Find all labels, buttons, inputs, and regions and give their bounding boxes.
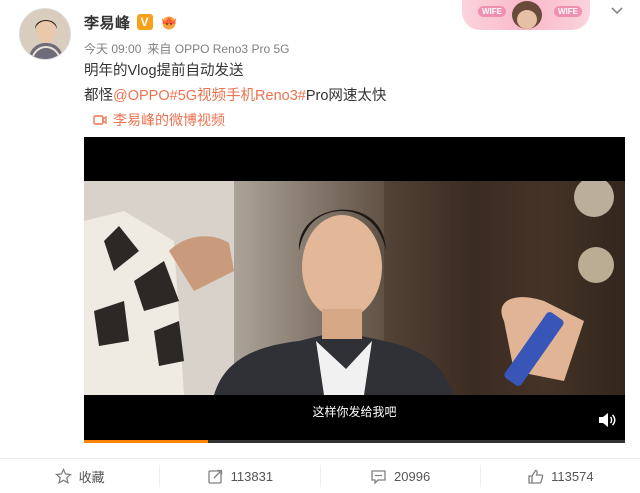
thumbs-up-icon — [528, 469, 544, 484]
source-prefix: 来自 — [147, 42, 172, 56]
decor-avatar — [512, 1, 542, 29]
video-source-label: 李易峰的微博视频 — [113, 112, 225, 128]
text-suffix: Pro网速太快 — [305, 88, 387, 104]
comment-icon — [371, 469, 386, 485]
author-name[interactable]: 李易峰 — [84, 12, 131, 33]
favorite-button[interactable]: 收藏 — [0, 459, 159, 493]
repost-button[interactable]: 113831 — [159, 465, 319, 487]
like-button[interactable]: 113574 — [479, 465, 640, 487]
favorite-label: 收藏 — [78, 469, 105, 485]
mention-link[interactable]: @OPPO — [113, 88, 170, 104]
author-avatar[interactable] — [19, 8, 71, 60]
text-prefix: 都怪 — [84, 88, 113, 104]
repost-icon — [208, 469, 222, 484]
video-frame — [84, 181, 625, 395]
decor-tag: WIFE — [554, 6, 582, 17]
video-camera-icon — [93, 115, 107, 125]
hashtag-link[interactable]: #5G视频手机Reno3# — [170, 88, 306, 104]
fan-crown-icon[interactable] — [159, 14, 179, 30]
post-time[interactable]: 今天 09:00 — [84, 40, 141, 57]
video-progress-bar[interactable] — [84, 440, 625, 443]
chevron-down-icon[interactable] — [609, 2, 625, 18]
repost-count: 113831 — [230, 468, 274, 484]
video-source-link[interactable]: 李易峰的微博视频 — [93, 110, 225, 130]
post-text-line1: 明年的Vlog提前自动发送 — [84, 63, 244, 79]
action-bar: 收藏 113831 20996 113574 — [0, 459, 640, 493]
comment-count: 20996 — [394, 468, 431, 484]
video-subtitle: 这样你发给我吧 — [312, 405, 397, 419]
video-player[interactable]: 这样你发给我吧 — [84, 137, 625, 443]
comment-button[interactable]: 20996 — [319, 465, 480, 487]
weibo-post: 李易峰 V WIFE WIFE 今天 09:00 来自 OPPO Reno3 P… — [0, 0, 640, 493]
card-decoration: WIFE WIFE — [462, 0, 590, 30]
post-device[interactable]: OPPO Reno3 Pro 5G — [175, 42, 290, 56]
post-meta: 今天 09:00 来自 OPPO Reno3 Pro 5G — [84, 40, 289, 57]
star-icon — [54, 467, 72, 484]
post-text-line2: 都怪@OPPO#5G视频手机Reno3#Pro网速太快 — [84, 86, 386, 106]
volume-icon[interactable] — [597, 411, 617, 429]
video-progress-fill — [84, 440, 209, 443]
like-count: 113574 — [551, 468, 594, 484]
decor-tag: WIFE — [478, 6, 506, 17]
verified-icon: V — [136, 14, 153, 30]
author-row: 李易峰 V — [84, 11, 179, 33]
